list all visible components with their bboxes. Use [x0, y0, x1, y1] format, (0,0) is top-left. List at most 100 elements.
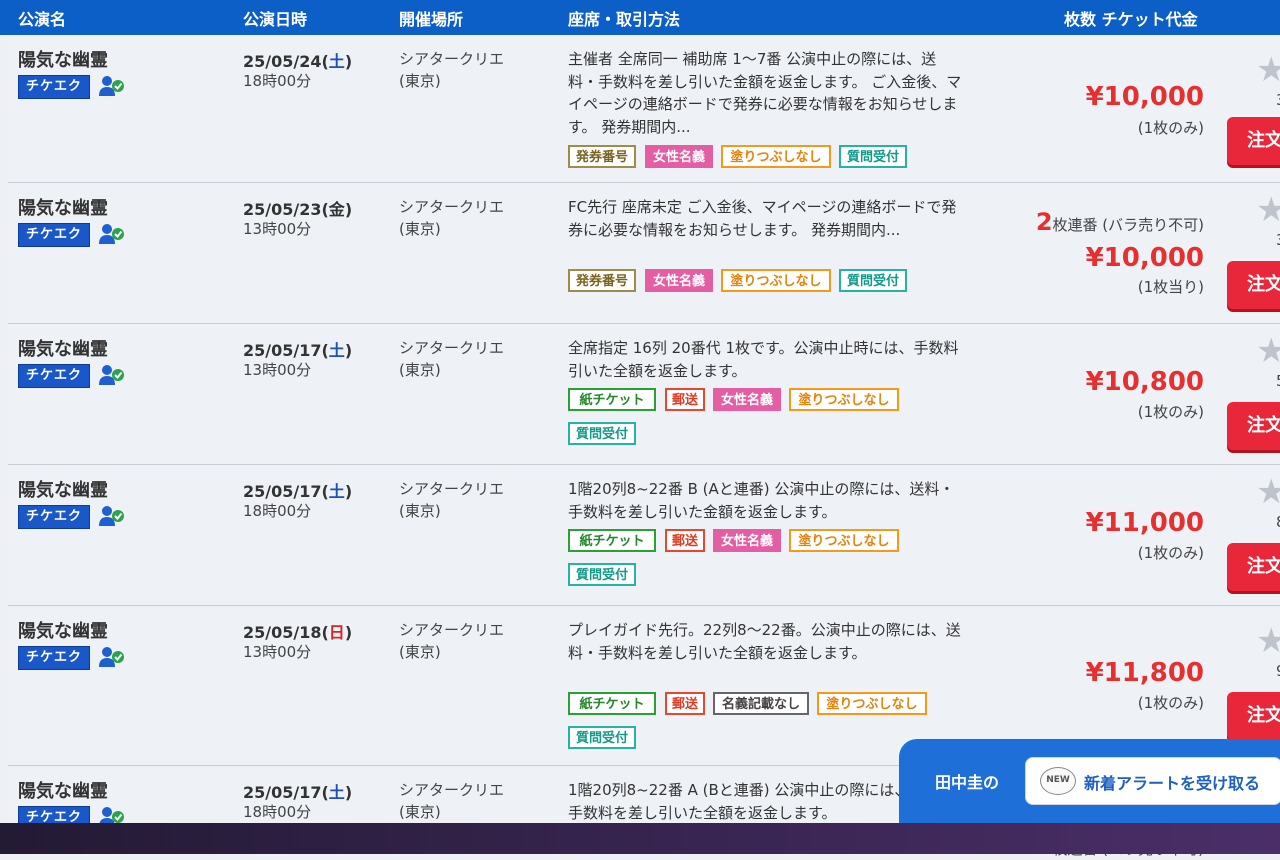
- event-date: 25/05/24(土): [243, 52, 353, 71]
- event-time: 13時00分: [243, 361, 312, 379]
- tag-no-blackout: 塗りつぶしなし: [789, 388, 899, 411]
- tag-questions-accepted: 質問受付: [839, 269, 907, 292]
- ticket-exchange-badge: チケエク: [18, 505, 90, 529]
- header-date: 公演日時: [243, 10, 308, 29]
- ticket-quantity: (1枚のみ): [1137, 403, 1204, 421]
- tag-no-name: 名義記載なし: [713, 692, 809, 715]
- order-button[interactable]: 注文: [1227, 402, 1280, 450]
- event-name[interactable]: 陽気な幽霊: [18, 335, 108, 361]
- order-button[interactable]: 注文: [1227, 692, 1280, 740]
- event-time: 18時00分: [243, 803, 312, 821]
- event-date: 25/05/23(金): [243, 200, 353, 219]
- event-time: 18時00分: [243, 72, 312, 90]
- seat-description: FC先行 座席未定 ご入金後、マイページの連絡ボードで発券に必要な情報をお知らせ…: [568, 198, 957, 239]
- tag-questions-accepted: 質問受付: [568, 563, 636, 586]
- seat-description: 1階20列8~22番 B (Aと連番) 公演中止の際には、送料・手数料を差し引い…: [568, 480, 955, 521]
- new-alert-label: 新着アラートを受け取る: [1084, 774, 1261, 793]
- verified-user-icon: [99, 365, 124, 385]
- ticket-quantity: (1枚当り): [1137, 278, 1204, 296]
- verified-user-icon: [99, 506, 124, 526]
- header-name: 公演名: [18, 10, 67, 29]
- event-time: 13時00分: [243, 643, 312, 661]
- tag-mail: 郵送: [665, 529, 705, 552]
- ticket-quantity: (1枚のみ): [1137, 694, 1204, 712]
- ticket-price: ¥10,800: [1085, 367, 1204, 397]
- event-time: 18時00分: [243, 502, 312, 520]
- tag-female-name: 女性名義: [645, 145, 713, 168]
- star-icon: ★: [1256, 472, 1280, 512]
- ticket-exchange-badge: チケエク: [18, 223, 90, 247]
- event-venue: シアタークリエ (東京): [399, 198, 505, 238]
- tag-paper-ticket: 紙チケット: [568, 529, 656, 552]
- star-icon: ★: [1256, 331, 1280, 371]
- tag-paper-ticket: 紙チケット: [568, 388, 656, 411]
- event-name[interactable]: 陽気な幽霊: [18, 194, 108, 220]
- order-button[interactable]: 注文: [1227, 261, 1280, 309]
- tag-female-name: 女性名義: [713, 388, 781, 411]
- event-venue: シアタークリエ (東京): [399, 50, 505, 90]
- tag-no-blackout: 塗りつぶしなし: [817, 692, 927, 715]
- star-icon: ★: [1256, 50, 1280, 90]
- header-price: 枚数 チケット代金: [1064, 10, 1198, 29]
- table-row[interactable]: 陽気な幽霊 チケエク 25/05/24(土) 18時00分 シアタークリエ (東京…: [8, 35, 1280, 183]
- tag-questions-accepted: 質問受付: [568, 726, 636, 749]
- verified-user-icon: [99, 224, 124, 244]
- event-date: 25/05/18(日): [243, 623, 353, 642]
- new-alert-button[interactable]: NEW 新着アラートを受け取る: [1025, 757, 1280, 805]
- footer-bar: [0, 823, 1280, 854]
- ticket-exchange-badge: チケエク: [18, 646, 90, 670]
- tag-female-name: 女性名義: [713, 529, 781, 552]
- table-row[interactable]: 陽気な幽霊 チケエク 25/05/17(土) 13時00分 シアタークリエ (東京…: [8, 324, 1280, 465]
- ticket-exchange-badge: チケエク: [18, 364, 90, 388]
- header-seat: 座席・取引方法: [568, 10, 681, 29]
- tag-paper-ticket: 紙チケット: [568, 692, 656, 715]
- event-date: 25/05/17(土): [243, 341, 353, 360]
- tag-mail: 郵送: [665, 388, 705, 411]
- event-time: 13時00分: [243, 220, 312, 238]
- tag-questions-accepted: 質問受付: [839, 145, 907, 168]
- table-header: 公演名 公演日時 開催場所 座席・取引方法 枚数 チケット代金: [0, 0, 1280, 35]
- ticket-quantity: (1枚のみ): [1137, 119, 1204, 137]
- ticket-price: ¥11,800: [1085, 658, 1204, 688]
- seller-rating: 5: [1276, 372, 1280, 390]
- verified-user-icon: [99, 647, 124, 667]
- ticket-price: ¥11,000: [1085, 508, 1204, 538]
- tag-mail: 郵送: [665, 692, 705, 715]
- consecutive-seats: 2枚連番 (バラ売り不可): [1035, 208, 1204, 236]
- event-date: 25/05/17(土): [243, 482, 353, 501]
- order-button[interactable]: 注文: [1227, 543, 1280, 591]
- ticket-exchange-badge: チケエク: [18, 75, 90, 99]
- order-button[interactable]: 注文: [1227, 117, 1280, 165]
- table-row[interactable]: 陽気な幽霊 チケエク 25/05/23(金) 13時00分 シアタークリエ (東京…: [8, 183, 1280, 324]
- tag-questions-accepted: 質問受付: [568, 422, 636, 445]
- event-venue: シアタークリエ (東京): [399, 480, 505, 520]
- event-venue: シアタークリエ (東京): [399, 339, 505, 379]
- header-venue: 開催場所: [399, 10, 464, 29]
- table-row[interactable]: 陽気な幽霊 チケエク 25/05/17(土) 18時00分 シアタークリエ (東京…: [8, 465, 1280, 606]
- verified-user-icon: [99, 76, 124, 96]
- seller-rating: 8: [1276, 513, 1280, 531]
- seat-description: 全席指定 16列 20番代 1枚です。公演中止時には、手数料引いた全額を返金しま…: [568, 339, 959, 380]
- tag-ticket-number: 発券番号: [568, 145, 636, 168]
- star-icon: ★: [1256, 190, 1280, 230]
- seller-rating: 3: [1276, 91, 1280, 109]
- tag-no-blackout: 塗りつぶしなし: [789, 529, 899, 552]
- new-icon: NEW: [1040, 767, 1076, 795]
- tag-no-blackout: 塗りつぶしなし: [721, 145, 831, 168]
- seat-description: 主催者 全席同一 補助席 1〜7番 公演中止の際には、送料・手数料を差し引いた金…: [568, 50, 962, 136]
- seat-description: プレイガイド先行。22列8〜22番。公演中止の際には、送料・手数料を差し引いた全…: [568, 621, 961, 662]
- event-name[interactable]: 陽気な幽霊: [18, 617, 108, 643]
- ticket-price: ¥10,000: [1085, 82, 1204, 112]
- seller-rating: 9: [1276, 662, 1280, 680]
- event-date: 25/05/17(土): [243, 783, 353, 802]
- event-name[interactable]: 陽気な幽霊: [18, 476, 108, 502]
- event-venue: シアタークリエ (東京): [399, 781, 505, 821]
- event-venue: シアタークリエ (東京): [399, 621, 505, 661]
- tag-female-name: 女性名義: [645, 269, 713, 292]
- event-name[interactable]: 陽気な幽霊: [18, 46, 108, 72]
- star-icon: ★: [1256, 621, 1280, 661]
- event-name[interactable]: 陽気な幽霊: [18, 777, 108, 803]
- ticket-price: ¥10,000: [1085, 243, 1204, 273]
- ticket-quantity: (1枚のみ): [1137, 544, 1204, 562]
- tag-ticket-number: 発券番号: [568, 269, 636, 292]
